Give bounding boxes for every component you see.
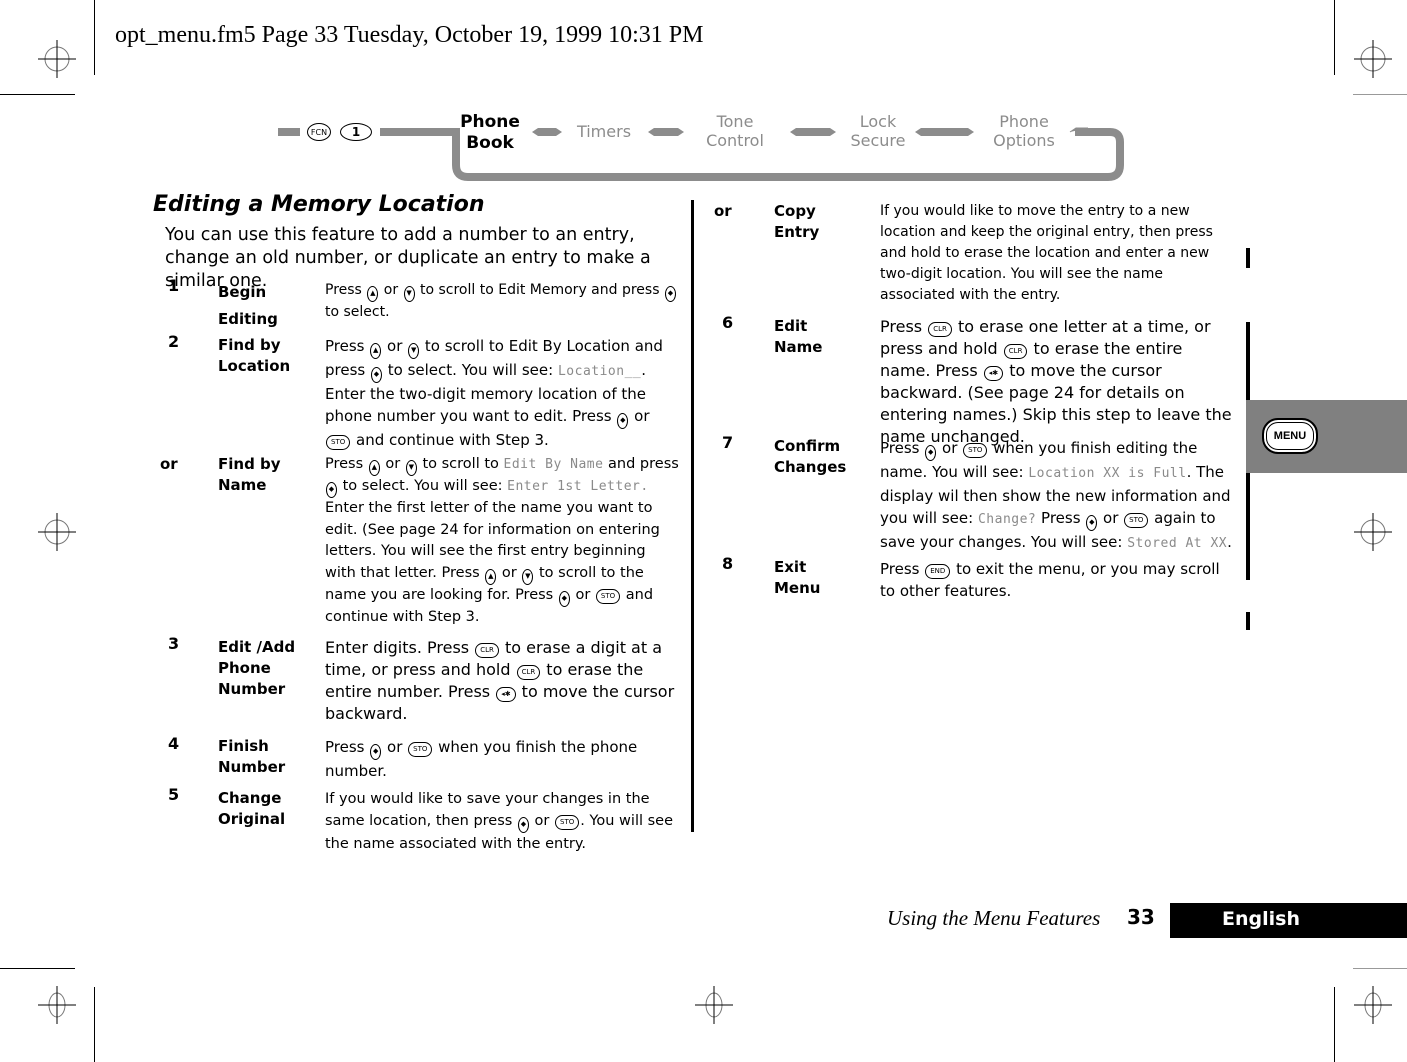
change-bar [1246, 322, 1250, 402]
back-star-key-icon: ◂✱ [496, 687, 516, 702]
page-number: 33 [1127, 905, 1155, 929]
registration-mark-icon [38, 986, 76, 1024]
select-key-icon: ◆ [664, 286, 676, 302]
registration-mark-icon [1354, 986, 1392, 1024]
step-number: 6 [722, 313, 734, 332]
one-key-icon: 1 [340, 123, 372, 141]
step-description: If you would like to move the entry to a… [880, 203, 1213, 303]
step-number: 4 [168, 734, 180, 753]
clr-key-icon: CLR [516, 665, 541, 680]
step-label: Find by Name [218, 455, 281, 494]
crop-mark [1334, 0, 1335, 75]
step-number: 1 [168, 276, 180, 295]
sto-key-icon: STO [1124, 513, 1149, 528]
scroll-down-key-icon: ▼ [403, 286, 415, 302]
column-divider [691, 200, 694, 832]
change-bar [1246, 612, 1250, 630]
fcn-key-icon: FCN [307, 123, 331, 141]
crop-mark [0, 94, 75, 95]
step-description: Press ◆ or STO when you finish editing t… [880, 439, 1232, 551]
scroll-up-key-icon: ▲ [370, 343, 382, 359]
select-key-icon: ◆ [558, 590, 570, 607]
menu-key-icon: MENU [1262, 418, 1318, 454]
crop-mark [94, 987, 95, 1062]
step-description: Press ▲ or ▼ to scroll to Edit By Locati… [325, 337, 663, 450]
select-key-icon: ◆ [925, 445, 937, 461]
nav-item-lock-secure: Lock Secure [850, 112, 906, 150]
registration-mark-icon [695, 986, 733, 1024]
step-label: Edit /Add Phone Number [218, 638, 296, 698]
scroll-down-key-icon: ▼ [408, 343, 420, 359]
select-key-icon: ◆ [371, 367, 382, 383]
lcd-display-text: Location XX is Full [1028, 466, 1187, 481]
step-label: Copy Entry [774, 202, 820, 241]
step-description: Press ◆ or STO when you finish the phone… [325, 738, 638, 780]
registration-mark-icon [1354, 513, 1392, 551]
select-key-icon: ◆ [517, 817, 529, 833]
step-label: Begin Editing [218, 283, 278, 328]
crop-mark [0, 968, 75, 969]
back-star-key-icon: ◂✱ [983, 366, 1004, 381]
step-label: Edit Name [774, 317, 823, 356]
end-key-icon: END [925, 564, 951, 579]
nav-item-timers: Timers [576, 122, 632, 141]
section-title: Editing a Memory Location [153, 192, 485, 217]
step-or-label: or [160, 455, 178, 473]
crop-mark [1353, 968, 1407, 969]
step-label: Find by Location [218, 336, 291, 375]
footer-chapter-title: Using the Menu Features [887, 906, 1101, 930]
scroll-up-key-icon: ▲ [368, 460, 380, 476]
lcd-display-text: Enter 1st Letter. [507, 479, 649, 494]
print-slug: opt_menu.fm5 Page 33 Tuesday, October 19… [115, 22, 704, 48]
lcd-display-text: Stored At XX [1127, 536, 1228, 551]
select-key-icon: ◆ [326, 482, 337, 498]
clr-key-icon: CLR [475, 643, 499, 658]
step-label: Exit Menu [774, 558, 821, 597]
scroll-up-key-icon: ▲ [367, 286, 379, 302]
registration-mark-icon [38, 40, 76, 78]
nav-item-tone-control: Tone Control [706, 112, 764, 150]
select-key-icon: ◆ [370, 744, 382, 760]
registration-mark-icon [1354, 40, 1392, 78]
crop-mark [94, 0, 95, 75]
step-description: If you would like to save your changes i… [325, 791, 674, 852]
step-label: Confirm Changes [774, 437, 847, 476]
language-tab: English [1170, 903, 1407, 938]
sto-key-icon: STO [963, 443, 988, 458]
sto-key-icon: STO [555, 815, 580, 830]
lcd-display-text: Change? [977, 512, 1037, 527]
nav-item-phone-options: Phone Options [993, 112, 1055, 150]
step-number: 7 [722, 433, 734, 452]
sto-key-icon: STO [326, 435, 351, 450]
clr-key-icon: CLR [928, 322, 952, 337]
select-key-icon: ◆ [1086, 515, 1098, 531]
sto-key-icon: STO [408, 742, 433, 757]
crop-mark [1334, 987, 1335, 1062]
nav-item-phone-book: Phone Book [460, 112, 520, 153]
menu-navigation-diagram: FCN 1 Phone Book Timers Tone Control Loc… [270, 105, 1140, 185]
step-description: Press CLR to erase one letter at a time,… [880, 317, 1232, 446]
step-number: 2 [168, 332, 180, 351]
scroll-down-key-icon: ▼ [522, 568, 534, 585]
step-description: Press END to exit the menu, or you may s… [880, 560, 1220, 600]
crop-mark [1353, 94, 1407, 95]
change-bar [1246, 248, 1250, 268]
step-number: 3 [168, 634, 180, 653]
clr-key-icon: CLR [1003, 344, 1028, 359]
step-number: 5 [168, 785, 180, 804]
step-label: Finish Number [218, 737, 286, 776]
step-or-label: or [714, 202, 732, 220]
step-number: 8 [722, 554, 734, 573]
step-description: Press ▲ or ▼ to scroll to Edit Memory an… [325, 280, 680, 323]
lcd-display-text: Edit By Name [503, 457, 604, 472]
step-description: Enter digits. Press CLR to erase a digit… [325, 638, 675, 723]
scroll-down-key-icon: ▼ [405, 460, 417, 476]
step-description: Press ▲ or ▼ to scroll to Edit By Name a… [325, 456, 679, 625]
lcd-display-text: Location__ [557, 364, 642, 379]
scroll-up-key-icon: ▲ [485, 568, 497, 585]
registration-mark-icon [38, 513, 76, 551]
select-key-icon: ◆ [617, 413, 629, 429]
step-label: Change Original [218, 789, 286, 828]
sto-key-icon: STO [595, 588, 621, 604]
